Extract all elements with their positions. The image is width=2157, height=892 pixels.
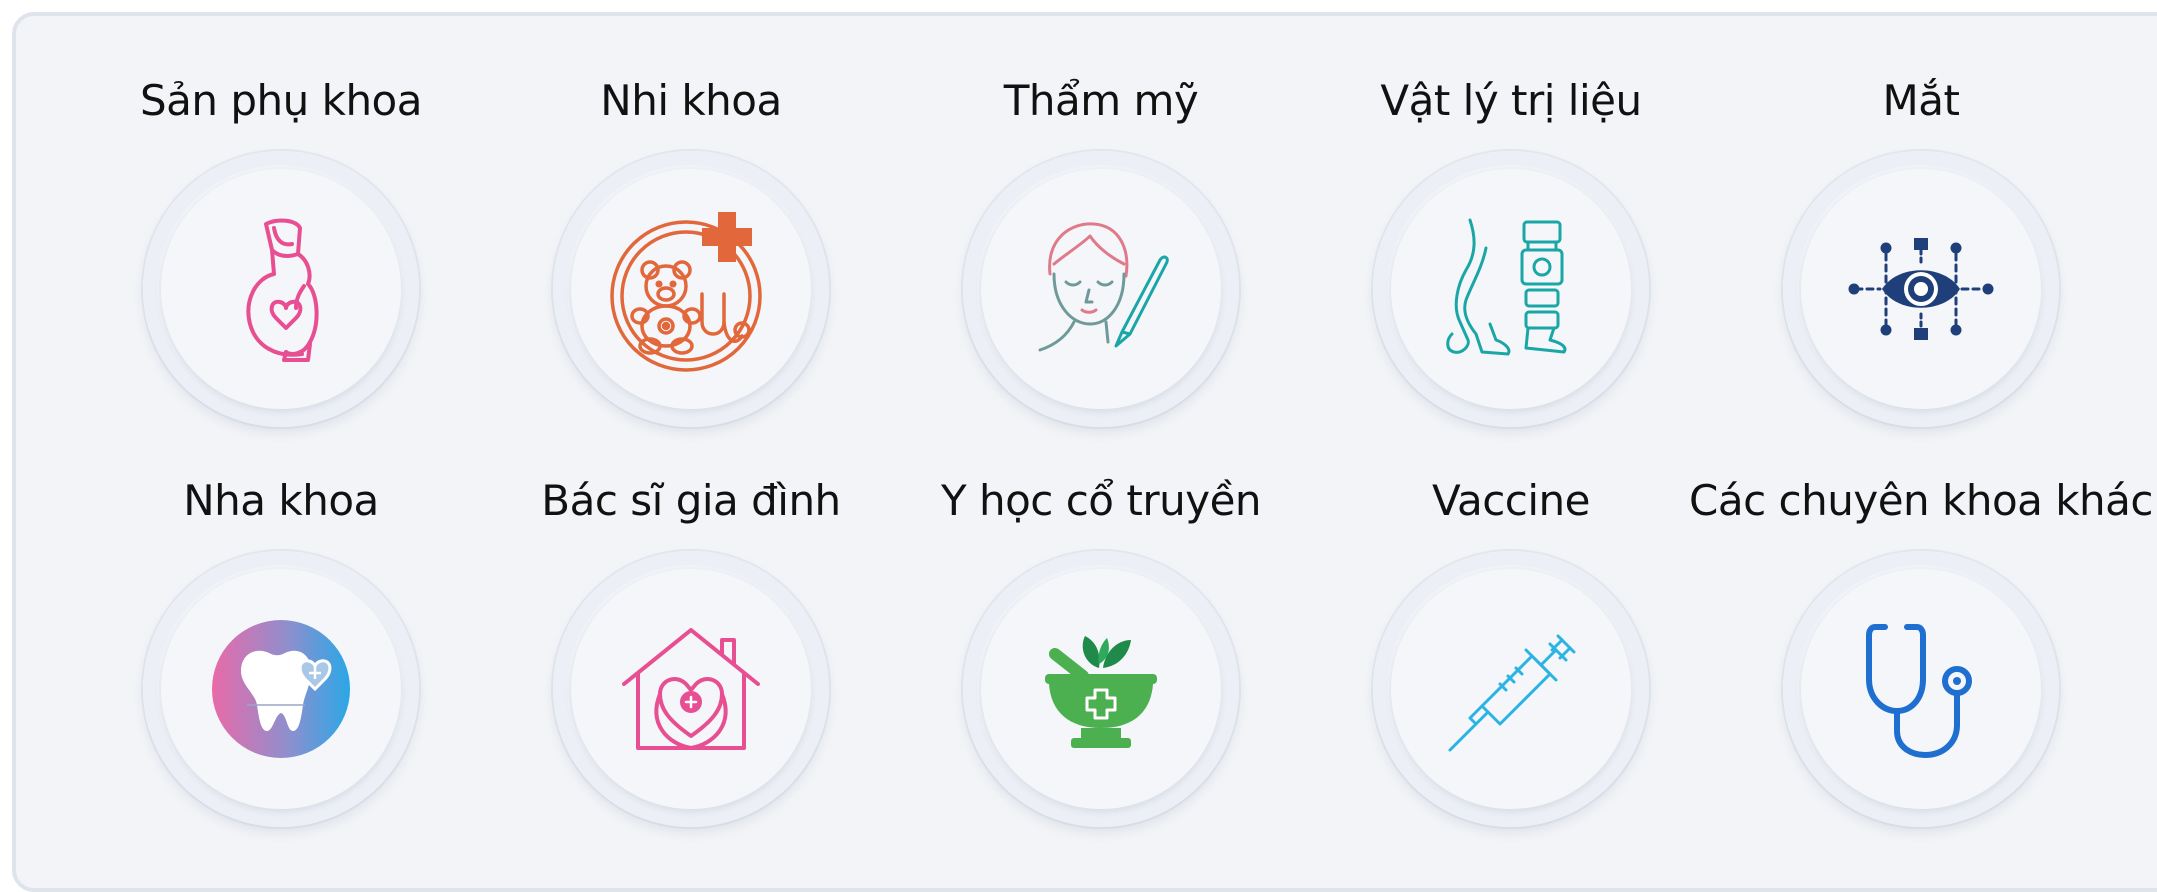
specialty-icon-circle[interactable] [143, 551, 419, 827]
specialty-icon-circle[interactable] [1373, 551, 1649, 827]
specialty-label: Vaccine [1431, 476, 1591, 525]
specialty-icon-circle[interactable] [143, 151, 419, 427]
herbal-mortar-icon [1045, 636, 1157, 748]
specialty-other[interactable]: Các chuyên khoa khác [1681, 471, 2157, 861]
specialty-physiotherapy[interactable]: Vật lý trị liệu [1271, 71, 1751, 461]
specialty-label: Vật lý trị liệu [1380, 76, 1642, 125]
specialty-aesthetics[interactable]: Thẩm mỹ [861, 71, 1341, 461]
specialty-label: Thẩm mỹ [1003, 76, 1199, 125]
specialty-label: Mắt [1882, 76, 1960, 125]
tooth-icon [212, 620, 350, 758]
pregnant-woman-icon [246, 218, 319, 362]
face-scalpel-icon [1038, 222, 1169, 352]
specialty-label: Y học cổ truyền [940, 476, 1262, 525]
specialty-label: Sản phụ khoa [140, 76, 423, 125]
specialty-icon-circle[interactable] [963, 151, 1239, 427]
specialty-icon-circle[interactable] [1373, 151, 1649, 427]
stethoscope-icon [1866, 624, 1972, 758]
eye-scan-icon [1848, 238, 1994, 340]
specialty-icon-circle[interactable] [963, 551, 1239, 827]
specialty-ophthalmology[interactable]: Mắt [1681, 71, 2157, 461]
specialty-icon-circle[interactable] [1783, 151, 2059, 427]
specialty-label: Nhi khoa [600, 76, 782, 125]
specialties-panel: Sản phụ khoa Nhi khoa Thẩm mỹ Vật lý trị… [12, 12, 2157, 892]
teddy-bear-stethoscope-icon [610, 212, 762, 372]
specialty-icon-circle[interactable] [553, 151, 829, 427]
specialty-pediatrics[interactable]: Nhi khoa [451, 71, 931, 461]
leg-brace-icon [1446, 218, 1567, 356]
syringe-icon [1448, 634, 1576, 752]
specialty-icon-circle[interactable] [1783, 551, 2059, 827]
specialty-icon-circle[interactable] [553, 551, 829, 827]
specialty-family-doctor[interactable]: Bác sĩ gia đình [451, 471, 931, 861]
specialty-label: Các chuyên khoa khác [1689, 476, 2154, 525]
specialty-label: Bác sĩ gia đình [541, 476, 841, 525]
home-heart-icon [622, 628, 760, 750]
specialty-traditional-medicine[interactable]: Y học cổ truyền [861, 471, 1341, 861]
specialty-label: Nha khoa [183, 476, 379, 525]
specialty-obstetrics[interactable]: Sản phụ khoa [41, 71, 521, 461]
specialty-dentistry[interactable]: Nha khoa [41, 471, 521, 861]
specialty-vaccine[interactable]: Vaccine [1271, 471, 1751, 861]
